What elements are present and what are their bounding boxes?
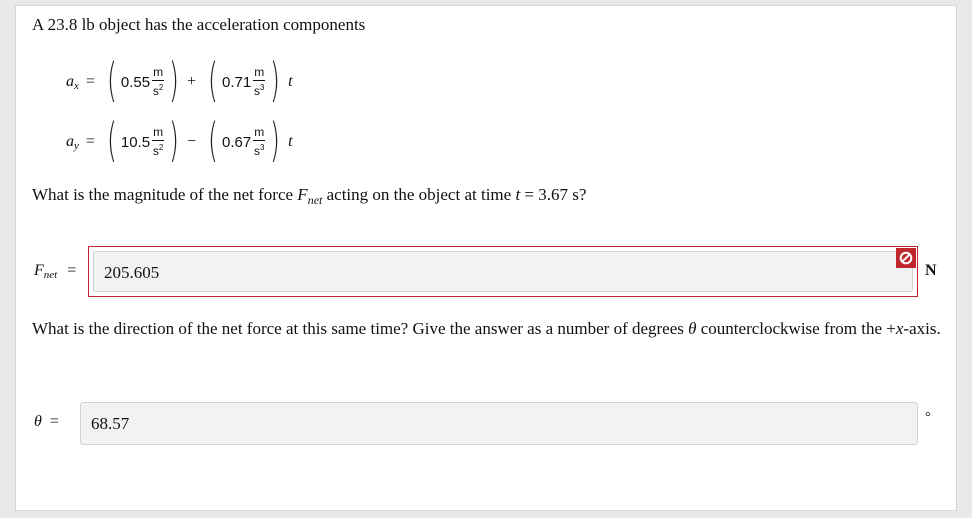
ax-paren-open-2: ( [208, 53, 218, 107]
ax-label: ax [66, 73, 79, 92]
ay-equals: = [85, 133, 95, 150]
q1-force-var: F [297, 185, 308, 204]
force-label-equals: = [67, 262, 77, 279]
problem-card: A 23.8 lb object has the acceleration co… [15, 5, 957, 511]
force-answer-wrapper: 205.605 [88, 246, 918, 297]
q2-text-mid: counterclockwise from the + [696, 319, 896, 338]
force-unit: N [925, 262, 937, 279]
question-force-magnitude: What is the magnitude of the net force F… [32, 182, 586, 213]
force-answer-input[interactable]: 205.605 [93, 251, 913, 292]
ay-unit-2-den-pow: 3 [259, 143, 265, 152]
ay-paren-open-1: ( [106, 113, 117, 167]
ax-unit-2-den: s3 [254, 81, 264, 98]
q1-force-sub: net [307, 193, 323, 207]
force-label-sub: net [43, 269, 58, 281]
force-label-var: F [34, 262, 44, 279]
q1-text-pre: What is the magnitude of the net force [32, 185, 298, 204]
direction-answer-input[interactable]: 68.57 [80, 402, 918, 445]
ax-coefficient-1: 0.55 [120, 73, 151, 91]
ax-unit-1-den-pow: 2 [158, 83, 164, 92]
ay-unit-2-den: s3 [254, 141, 264, 158]
question-force-direction: What is the direction of the net force a… [32, 316, 942, 341]
q2-text-post: -axis. [903, 319, 941, 338]
ax-unit-1: m s2 [152, 65, 165, 98]
q1-text-post: = 3.67 s? [520, 185, 587, 204]
ax-unit-2-num: m [253, 65, 266, 81]
ax-equation: ax = ( 0.55 m s2 ) + ( 0.71 m s3 ) t [66, 52, 293, 112]
ay-time-var: t [288, 133, 293, 150]
ay-sub: y [74, 139, 79, 152]
direction-unit: ° [925, 410, 931, 425]
ay-unit-2: m s3 [253, 125, 266, 158]
ax-unit-2-den-pow: 3 [259, 83, 265, 92]
ax-coefficient-2: 0.71 [222, 73, 252, 91]
ay-operator: − [187, 133, 197, 150]
problem-intro: A 23.8 lb object has the acceleration co… [32, 15, 366, 34]
ay-label: ay [66, 133, 79, 152]
q1-text-mid: acting on the object at time [322, 185, 516, 204]
ax-operator: + [187, 73, 197, 90]
q2-text-pre: What is the direction of the net force a… [32, 319, 689, 338]
ay-unit-1-den-pow: 2 [158, 143, 164, 152]
ay-coefficient-1: 10.5 [120, 133, 151, 151]
ay-paren-close-1: ) [169, 113, 179, 167]
ax-paren-open-1: ( [106, 53, 117, 107]
direction-answer-label: θ = [34, 413, 59, 431]
ax-time-var: t [288, 73, 293, 90]
ax-var: a [66, 72, 74, 90]
ax-unit-2: m s3 [253, 65, 266, 98]
ay-unit-1-den: s2 [153, 141, 163, 158]
direction-label-equals: = [49, 413, 59, 430]
ay-paren-close-2: ) [270, 113, 281, 167]
ax-paren-close-2: ) [270, 53, 281, 107]
ax-equals: = [85, 73, 95, 90]
ax-paren-close-1: ) [169, 53, 179, 107]
no-entry-icon [896, 248, 916, 268]
ay-paren-open-2: ( [208, 113, 218, 167]
ay-equation: ay = ( 10.5 m s2 ) − ( 0.67 m s3 ) t [66, 112, 293, 172]
ax-sub: x [74, 79, 79, 92]
ay-unit-2-num: m [253, 125, 266, 141]
direction-label-var: θ [34, 413, 42, 430]
ay-unit-1-num: m [152, 125, 165, 141]
q2-theta-var: θ [688, 319, 697, 338]
ay-coefficient-2: 0.67 [222, 133, 252, 151]
ay-unit-1: m s2 [152, 125, 165, 158]
q1-force-symbol: Fnet [297, 185, 323, 207]
ax-unit-1-num: m [152, 65, 165, 81]
ay-var: a [66, 132, 74, 150]
force-answer-label: Fnet = [34, 262, 76, 281]
ax-unit-1-den: s2 [153, 81, 163, 98]
